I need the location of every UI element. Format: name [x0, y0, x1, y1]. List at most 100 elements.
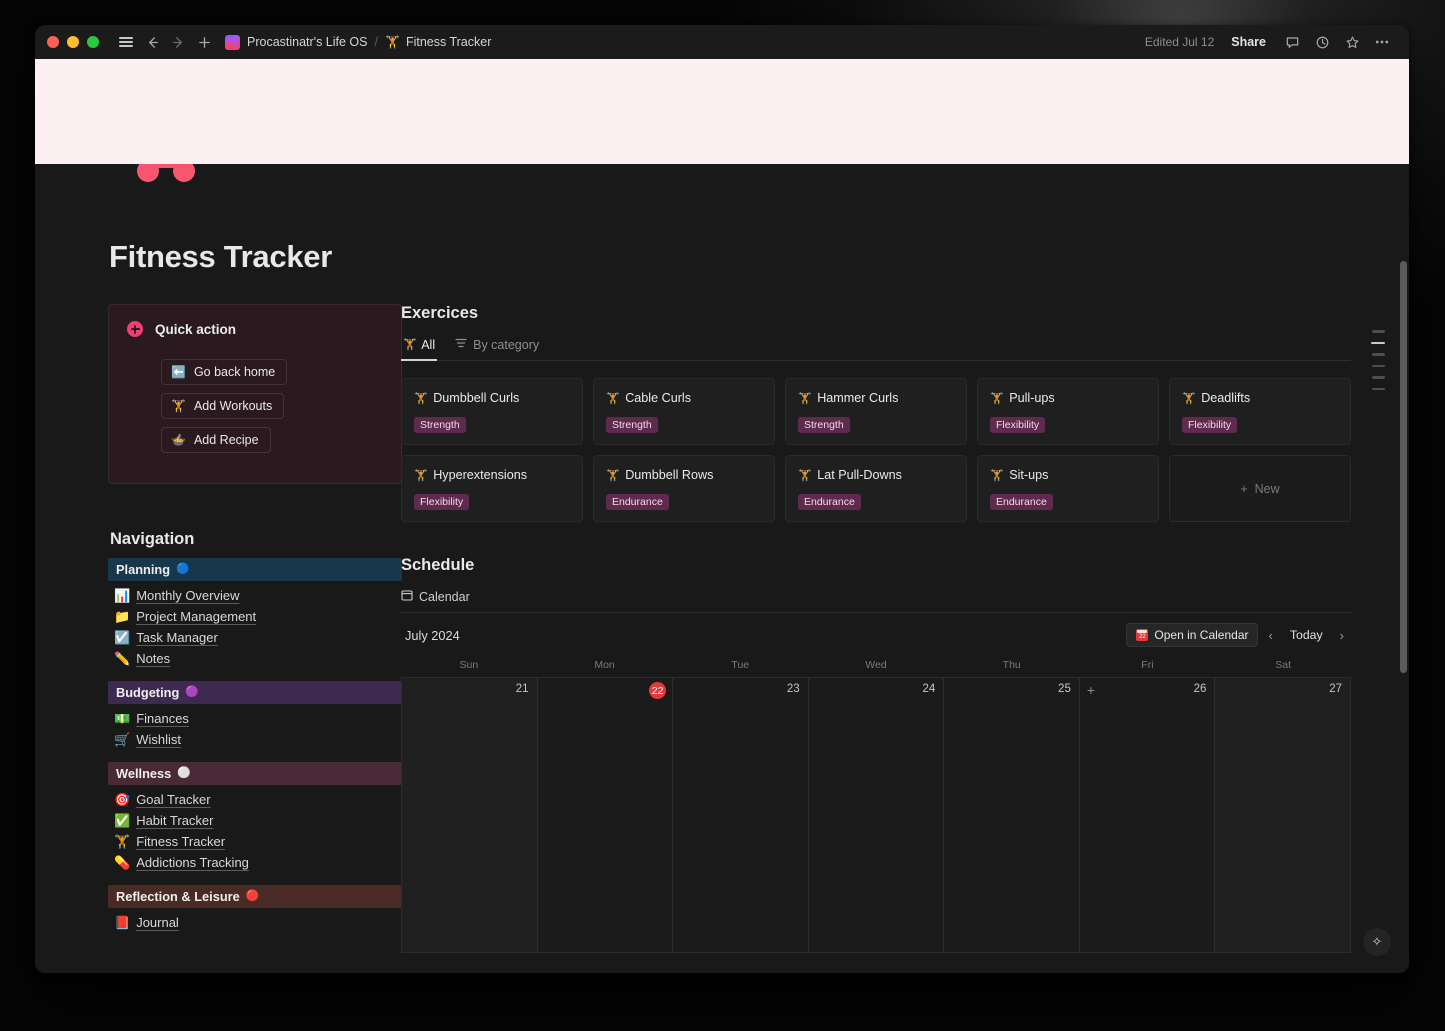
- open-in-calendar-label: Open in Calendar: [1154, 628, 1249, 642]
- exercise-name: Dumbbell Rows: [625, 468, 714, 482]
- nav-header-wellness[interactable]: Wellness ⚪: [108, 762, 402, 785]
- weekday-label: Mon: [594, 659, 615, 671]
- add-workouts-label: Add Workouts: [193, 399, 273, 413]
- sidebar-item-wishlist[interactable]: 🛒 Wishlist: [108, 729, 402, 750]
- sidebar-item-task-manager[interactable]: ☑️ Task Manager: [108, 627, 402, 648]
- next-week-button[interactable]: ›: [1334, 626, 1350, 645]
- day-number: 23: [786, 683, 800, 695]
- exercise-card[interactable]: 🏋 Pull-ups Flexibility: [977, 378, 1159, 445]
- money-icon: 💵: [114, 711, 131, 726]
- maximize-button[interactable]: [87, 36, 99, 48]
- group-icon: [455, 337, 467, 352]
- breadcrumb-workspace[interactable]: Procastinatr's Life OS: [247, 35, 368, 49]
- calendar-day-cell[interactable]: 21: [402, 678, 538, 953]
- toc-line[interactable]: [1372, 364, 1385, 367]
- exercises-section-title: Exercices: [401, 304, 479, 322]
- day-number-today: 22: [649, 682, 667, 699]
- page-cover-banner[interactable]: [35, 59, 1409, 164]
- star-icon[interactable]: [1339, 29, 1365, 55]
- tab-by-category[interactable]: By category: [453, 337, 541, 361]
- comment-icon[interactable]: [1279, 29, 1305, 55]
- exercises-tabs: 🏋 All By category: [401, 337, 1351, 361]
- history-icon[interactable]: [1309, 29, 1335, 55]
- forward-arrow-icon[interactable]: [165, 29, 191, 55]
- sidebar-item-project-management[interactable]: 📁 Project Management: [108, 606, 402, 627]
- new-exercise-button[interactable]: + New: [1169, 455, 1351, 522]
- sidebar-item-goal-tracker[interactable]: 🎯 Goal Tracker: [108, 789, 402, 810]
- calendar-grid: 21 22 23 24 25 + 26 27: [401, 677, 1351, 953]
- tab-calendar[interactable]: Calendar: [401, 589, 1351, 613]
- sidebar-item-label: Finances: [136, 711, 189, 726]
- prev-week-button[interactable]: ‹: [1262, 626, 1278, 645]
- sidebar-item-label: Wishlist: [136, 732, 181, 747]
- exercise-card[interactable]: 🏋 Cable Curls Strength: [593, 378, 775, 445]
- calendar-day-cell[interactable]: + 26: [1079, 678, 1216, 953]
- calendar-day-cell[interactable]: 27: [1215, 678, 1351, 953]
- exercise-card[interactable]: 🏋 Hyperextensions Flexibility: [401, 455, 583, 522]
- toc-line[interactable]: [1372, 387, 1385, 390]
- exercise-card[interactable]: 🏋 Dumbbell Curls Strength: [401, 378, 583, 445]
- quick-action-buttons: ⬅️ Go back home 🏋 Add Workouts 🍲 Add Rec…: [127, 359, 383, 453]
- sidebar-item-addictions-tracking[interactable]: 💊 Addictions Tracking: [108, 852, 402, 873]
- dumbbell-icon: 🏋: [414, 392, 428, 405]
- calendar-day-cell[interactable]: 22: [537, 678, 674, 953]
- back-arrow-icon[interactable]: [139, 29, 165, 55]
- chart-icon: 📊: [114, 588, 131, 603]
- exercise-card[interactable]: 🏋 Dumbbell Rows Endurance: [593, 455, 775, 522]
- sidebar-item-journal[interactable]: 📕 Journal: [108, 912, 402, 933]
- dumbbell-icon: 🏋: [384, 35, 400, 49]
- sidebar-item-notes[interactable]: ✏️ Notes: [108, 648, 402, 669]
- ai-assistant-button[interactable]: ✧: [1363, 928, 1391, 956]
- more-icon[interactable]: [1369, 29, 1395, 55]
- cart-icon: 🛒: [114, 732, 131, 747]
- calendar-day-cell[interactable]: 23: [673, 678, 809, 953]
- exercise-tag: Strength: [798, 417, 850, 433]
- close-button[interactable]: [47, 36, 59, 48]
- vertical-scrollbar[interactable]: [1400, 261, 1407, 673]
- dumbbell-icon: 🏋: [403, 339, 417, 351]
- toc-line-active[interactable]: [1371, 341, 1385, 344]
- toc-line[interactable]: [1372, 353, 1385, 356]
- left-column: Quick action ⬅️ Go back home 🏋 Add Worko…: [35, 304, 402, 973]
- today-button[interactable]: Today: [1283, 625, 1330, 645]
- toc-line[interactable]: [1372, 376, 1385, 379]
- add-workouts-button[interactable]: 🏋 Add Workouts: [161, 393, 285, 419]
- exercise-tag: Flexibility: [414, 494, 470, 510]
- dumbbell-icon[interactable]: [130, 164, 202, 194]
- day-number: 27: [1329, 683, 1342, 695]
- target-icon: 🎯: [114, 792, 131, 807]
- hamburger-icon[interactable]: [113, 29, 139, 55]
- plus-icon[interactable]: [191, 29, 217, 55]
- tab-all[interactable]: 🏋 All: [401, 338, 438, 361]
- dumbbell-icon: 🏋: [114, 834, 131, 849]
- exercise-card[interactable]: 🏋 Hammer Curls Strength: [785, 378, 967, 445]
- dumbbell-icon: 🏋: [990, 392, 1004, 405]
- weekday-label: Tue: [731, 659, 750, 671]
- add-event-icon[interactable]: +: [1087, 683, 1095, 697]
- nav-header-planning[interactable]: Planning 🔵: [108, 558, 402, 581]
- exercise-tag: Endurance: [990, 494, 1053, 510]
- add-recipe-button[interactable]: 🍲 Add Recipe: [161, 427, 271, 453]
- exercise-card[interactable]: 🏋 Deadlifts Flexibility: [1169, 378, 1351, 445]
- calendar-day-cell[interactable]: 24: [808, 678, 945, 953]
- toc-line[interactable]: [1372, 330, 1385, 333]
- table-of-contents-indicator[interactable]: [1371, 330, 1385, 390]
- nav-header-label: Wellness: [116, 766, 172, 781]
- sidebar-item-finances[interactable]: 💵 Finances: [108, 708, 402, 729]
- share-button[interactable]: Share: [1224, 32, 1273, 52]
- exercise-card[interactable]: 🏋 Sit-ups Endurance: [977, 455, 1159, 522]
- nav-header-budgeting[interactable]: Budgeting 🟣: [108, 681, 402, 704]
- page-title[interactable]: Fitness Tracker: [109, 239, 332, 275]
- breadcrumb-page[interactable]: Fitness Tracker: [406, 35, 491, 49]
- sidebar-item-monthly-overview[interactable]: 📊 Monthly Overview: [108, 585, 402, 606]
- go-back-home-button[interactable]: ⬅️ Go back home: [161, 359, 288, 385]
- nav-header-reflection[interactable]: Reflection & Leisure 🔴: [108, 885, 402, 908]
- sidebar-item-habit-tracker[interactable]: ✅ Habit Tracker: [108, 810, 402, 831]
- minimize-button[interactable]: [67, 36, 79, 48]
- exercise-card[interactable]: 🏋 Lat Pull-Downs Endurance: [785, 455, 967, 522]
- calendar-day-cell[interactable]: 25: [944, 678, 1080, 953]
- schedule-section: Schedule Calendar July 2024 22 Open in C…: [401, 556, 1351, 953]
- open-in-calendar-button[interactable]: 22 Open in Calendar: [1126, 623, 1259, 647]
- sidebar-item-fitness-tracker[interactable]: 🏋 Fitness Tracker: [108, 831, 402, 852]
